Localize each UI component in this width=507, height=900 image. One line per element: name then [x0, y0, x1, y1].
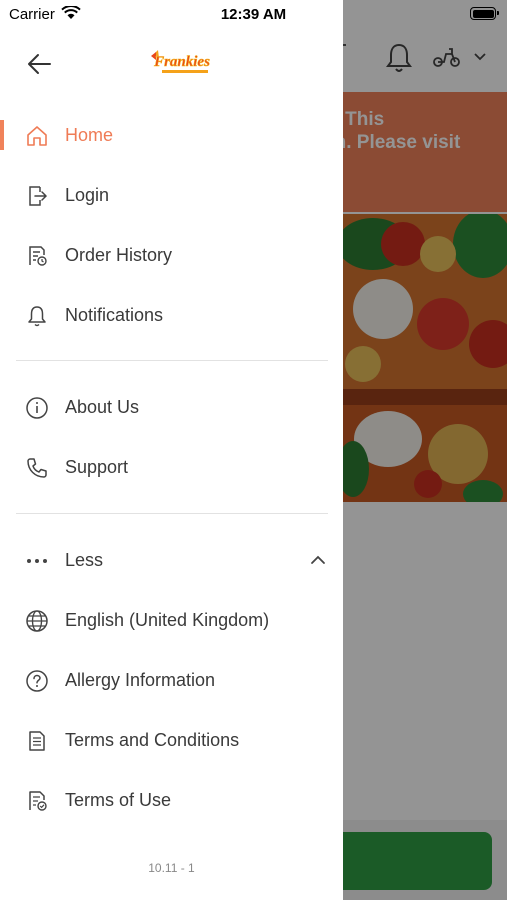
login-icon: [24, 183, 50, 209]
status-bar: Carrier 12:39 AM: [0, 0, 507, 28]
phone-icon: [24, 455, 50, 481]
menu-item-label: Terms of Use: [65, 789, 172, 810]
svg-text:Frankies: Frankies: [153, 54, 210, 70]
menu-item-about-us[interactable]: About Us: [0, 383, 343, 431]
menu-item-allergy-information[interactable]: Allergy Information: [0, 656, 343, 704]
home-icon: [24, 123, 50, 149]
menu-item-home[interactable]: Home: [0, 111, 343, 159]
bell-icon: [24, 303, 50, 329]
battery-icon: [470, 7, 499, 20]
question-icon: [24, 668, 50, 694]
globe-icon: [24, 608, 50, 634]
menu-item-notifications[interactable]: Notifications: [0, 291, 343, 339]
menu-toggle-less[interactable]: Less: [0, 536, 343, 584]
chevron-up-icon[interactable]: [309, 554, 327, 566]
info-icon: [24, 395, 50, 421]
document-icon: [24, 728, 50, 754]
frankies-logo: Frankies: [151, 50, 210, 73]
menu-item-label: English (United Kingdom): [65, 609, 270, 630]
menu-item-order-history[interactable]: Order History: [0, 231, 343, 279]
menu-item-label: Home: [65, 124, 114, 145]
back-arrow-icon[interactable]: [26, 52, 52, 76]
menu-item-login[interactable]: Login: [0, 171, 343, 219]
menu-item-support[interactable]: Support: [0, 443, 343, 491]
menu-item-terms-and-conditions[interactable]: Terms and Conditions: [0, 716, 343, 764]
menu-item-label: Less: [65, 549, 104, 570]
app-version: 10.11 - 1: [148, 861, 195, 875]
menu-item-label: Order History: [65, 244, 173, 265]
more-dots-icon: [24, 548, 50, 574]
document-check-icon: [24, 788, 50, 814]
menu-item-label: Terms and Conditions: [65, 729, 240, 750]
menu-item-language[interactable]: English (United Kingdom): [0, 596, 343, 644]
clock-text: 12:39 AM: [220, 6, 287, 23]
clock: 12:39 AM: [0, 6, 507, 23]
menu-item-label: Support: [65, 456, 129, 477]
drawer-scrim[interactable]: [343, 0, 507, 900]
navigation-drawer: Frankies Home Login Order History Notifi…: [0, 0, 343, 900]
menu-item-label: Notifications: [65, 304, 164, 325]
divider: [16, 360, 328, 361]
order-history-icon: [24, 243, 50, 269]
menu-item-label: About Us: [65, 396, 140, 417]
menu-item-label: Allergy Information: [65, 669, 216, 690]
menu-item-terms-of-use[interactable]: Terms of Use: [0, 776, 343, 824]
divider: [16, 513, 328, 514]
menu-item-label: Login: [65, 184, 110, 205]
